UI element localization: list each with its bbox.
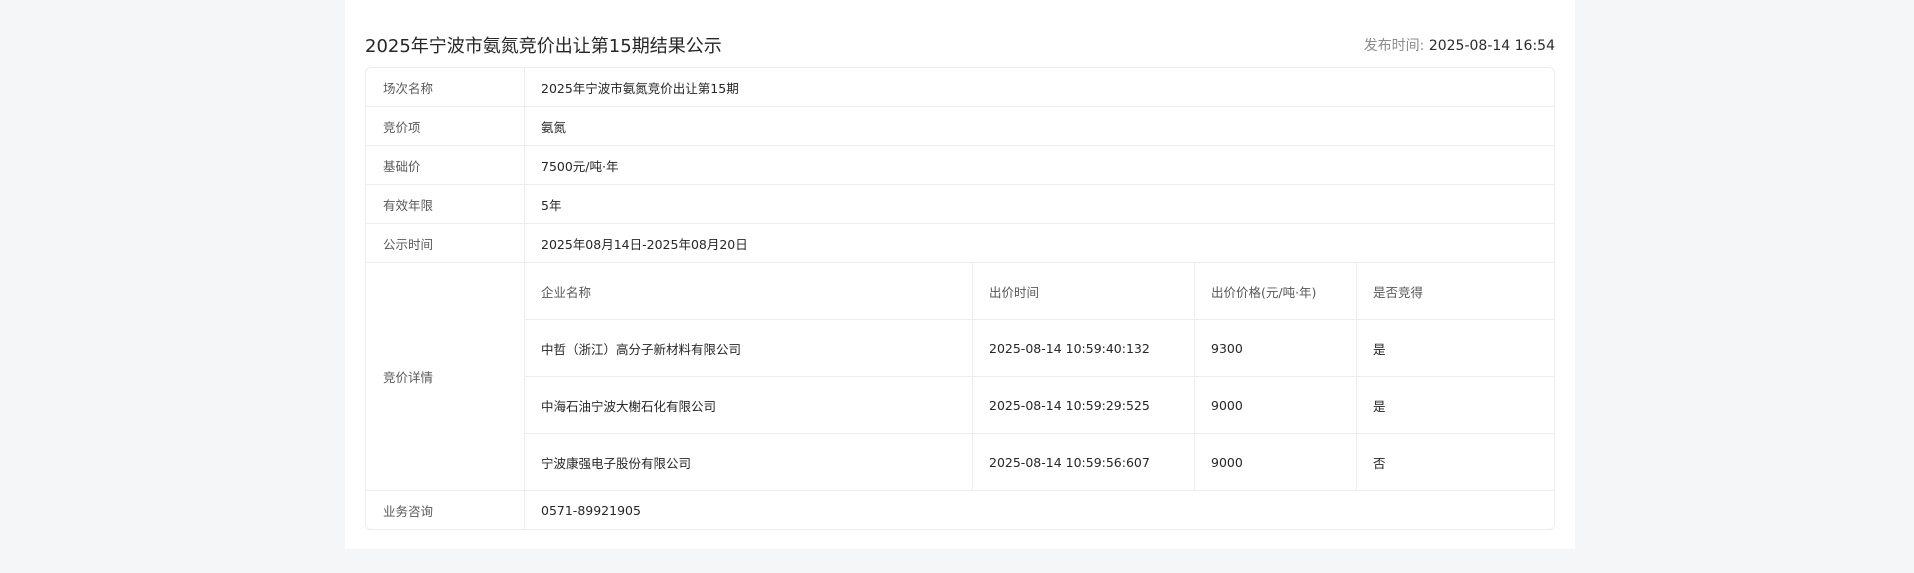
table-row: 宁波康强电子股份有限公司 2025-08-14 10:59:56:607 900… xyxy=(525,433,1554,490)
info-row-item: 竞价项 氨氮 xyxy=(366,107,1554,146)
info-row-session: 场次名称 2025年宁波市氨氮竞价出让第15期 xyxy=(366,68,1554,107)
col-company: 企业名称 xyxy=(525,263,973,320)
bid-time: 2025-08-14 10:59:40:132 xyxy=(972,319,1195,377)
bid-price: 9000 xyxy=(1194,433,1357,490)
company-name: 中海石油宁波大榭石化有限公司 xyxy=(525,376,973,434)
info-row-consult: 业务咨询 0571-89921905 xyxy=(366,491,1554,529)
validity-label: 有效年限 xyxy=(366,185,525,224)
company-name: 中哲（浙江）高分子新材料有限公司 xyxy=(525,319,973,377)
publish-time-label: 发布时间: xyxy=(1363,38,1429,54)
col-won: 是否竞得 xyxy=(1356,263,1554,320)
item-label: 竞价项 xyxy=(366,107,525,146)
info-table: 场次名称 2025年宁波市氨氮竞价出让第15期 竞价项 氨氮 基础价 7500元… xyxy=(365,67,1555,530)
company-name: 宁波康强电子股份有限公司 xyxy=(525,433,973,490)
page-title: 2025年宁波市氨氮竞价出让第15期结果公示 xyxy=(365,36,722,57)
col-bid-price: 出价价格(元/吨·年) xyxy=(1194,263,1357,320)
publish-time-value: 2025-08-14 16:54 xyxy=(1428,38,1555,54)
details-label: 竞价详情 xyxy=(366,263,525,491)
col-bid-time: 出价时间 xyxy=(972,263,1195,320)
table-row: 中哲（浙江）高分子新材料有限公司 2025-08-14 10:59:40:132… xyxy=(525,319,1554,377)
bid-price: 9000 xyxy=(1194,376,1357,434)
validity-value: 5年 xyxy=(525,185,1554,224)
result-card: 2025年宁波市氨氮竞价出让第15期结果公示 发布时间: 2025-08-14 … xyxy=(345,0,1575,549)
info-row-details: 竞价详情 企业名称 出价时间 出价价格(元/吨·年) 是否竞得 中哲（浙江）高分… xyxy=(366,263,1554,491)
bid-price: 9300 xyxy=(1194,319,1357,377)
publish-time: 发布时间: 2025-08-14 16:54 xyxy=(1364,35,1555,55)
won-status: 是 xyxy=(1356,319,1554,377)
info-row-period: 公示时间 2025年08月14日-2025年08月20日 xyxy=(366,224,1554,263)
base-price-value: 7500元/吨·年 xyxy=(525,146,1554,185)
bid-time: 2025-08-14 10:59:56:607 xyxy=(972,433,1195,490)
period-value: 2025年08月14日-2025年08月20日 xyxy=(525,224,1554,263)
info-row-validity: 有效年限 5年 xyxy=(366,185,1554,224)
bid-time: 2025-08-14 10:59:29:525 xyxy=(972,376,1195,434)
session-label: 场次名称 xyxy=(366,68,525,107)
table-row: 中海石油宁波大榭石化有限公司 2025-08-14 10:59:29:525 9… xyxy=(525,376,1554,434)
consult-label: 业务咨询 xyxy=(366,491,525,529)
consult-value: 0571-89921905 xyxy=(541,502,641,518)
item-value: 氨氮 xyxy=(525,107,1554,146)
info-row-base-price: 基础价 7500元/吨·年 xyxy=(366,146,1554,185)
page-header: 2025年宁波市氨氮竞价出让第15期结果公示 发布时间: 2025-08-14 … xyxy=(365,30,1555,60)
base-price-label: 基础价 xyxy=(366,146,525,185)
bid-header-row: 企业名称 出价时间 出价价格(元/吨·年) 是否竞得 xyxy=(525,263,1554,320)
details-cell: 企业名称 出价时间 出价价格(元/吨·年) 是否竞得 中哲（浙江）高分子新材料有… xyxy=(525,263,1554,491)
session-value: 2025年宁波市氨氮竞价出让第15期 xyxy=(525,68,1554,107)
won-status: 否 xyxy=(1373,455,1386,471)
period-label: 公示时间 xyxy=(366,224,525,263)
bid-table: 企业名称 出价时间 出价价格(元/吨·年) 是否竞得 中哲（浙江）高分子新材料有… xyxy=(525,263,1554,490)
won-status: 是 xyxy=(1356,376,1554,434)
